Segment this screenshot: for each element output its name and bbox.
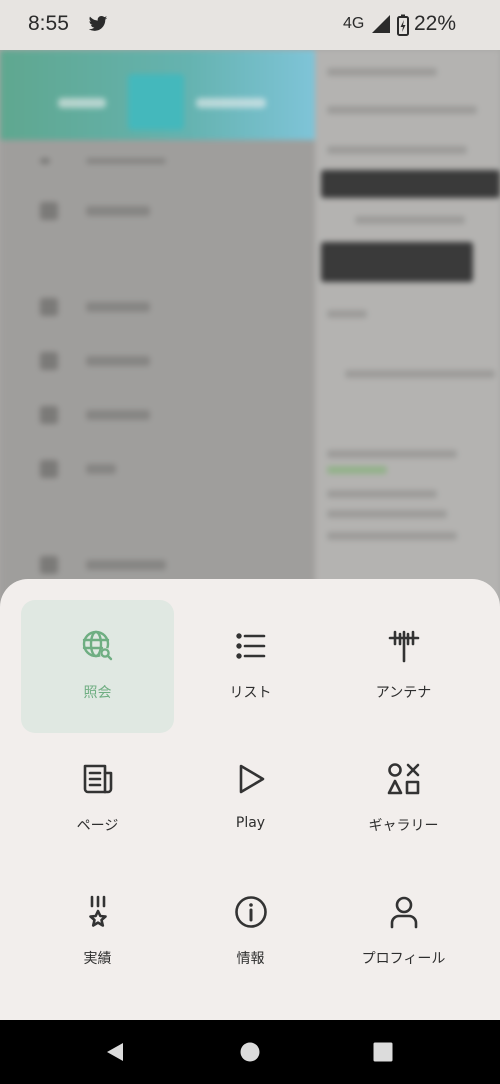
menu-item-label: リスト [229, 685, 272, 701]
globe-search-icon [82, 630, 112, 661]
menu-item-gallery[interactable]: ギャラリー [327, 733, 480, 866]
home-icon[interactable] [236, 1038, 264, 1066]
menu-item-label: アンテナ [375, 685, 432, 701]
recents-icon[interactable] [369, 1038, 397, 1066]
menu-item-label: 実績 [83, 951, 112, 967]
menu-item-pages[interactable]: ページ [21, 733, 174, 866]
user-icon [390, 896, 417, 929]
info-icon [234, 896, 267, 928]
antenna-icon [388, 630, 419, 663]
battery-percent: 22% [414, 12, 457, 35]
menu-item-achievements[interactable]: 実績 [21, 866, 174, 999]
menu-item-label: ギャラリー [368, 818, 439, 834]
menu-item-antenna[interactable]: アンテナ [327, 600, 480, 733]
menu-item-play[interactable]: Play [174, 733, 327, 866]
menu-item-label: 情報 [236, 951, 265, 967]
menu-item-label: 照会 [83, 685, 112, 701]
network-type: 4G [343, 15, 365, 32]
news-page-icon [83, 764, 112, 794]
menu-item-label: ページ [76, 818, 119, 834]
menu-item-info[interactable]: 情報 [174, 866, 327, 999]
signal-icon [372, 15, 390, 33]
play-icon [239, 764, 264, 794]
bird-icon [88, 16, 108, 31]
menu-item-profile[interactable]: プロフィール [327, 866, 480, 999]
menu-item-label: Play [235, 815, 266, 831]
system-nav-bar [0, 1020, 500, 1084]
bottom-sheet-menu: 照会 リスト アンテナ ページ Play ギャラリー 実績 情報 プロフィール [0, 579, 500, 1020]
status-time: 8:55 [28, 12, 69, 35]
status-bar: 8:55 4G 22% [0, 0, 500, 50]
menu-item-lookup[interactable]: 照会 [21, 600, 174, 733]
menu-item-list[interactable]: リスト [174, 600, 327, 733]
medal-icon [88, 895, 107, 927]
menu-item-label: プロフィール [361, 951, 446, 967]
battery-icon [397, 14, 409, 36]
back-icon[interactable] [101, 1038, 129, 1066]
shapes-icon [387, 763, 419, 795]
list-icon [235, 633, 265, 659]
